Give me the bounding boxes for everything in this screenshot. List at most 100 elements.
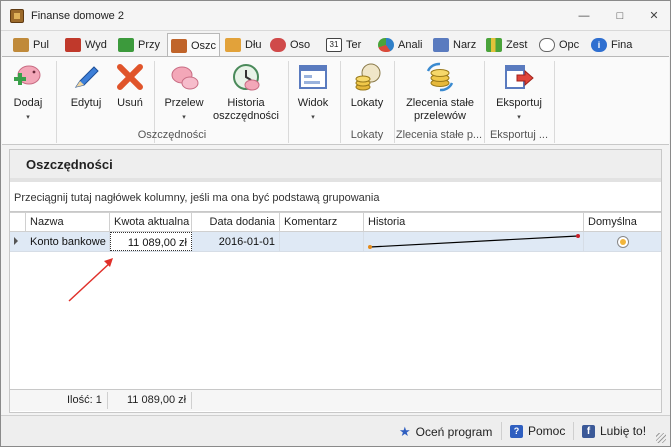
column-header-date[interactable]: Data dodania xyxy=(192,213,280,232)
group-label-export: Eksportuj ... xyxy=(489,129,549,141)
cell-default[interactable] xyxy=(584,232,661,251)
row-indicator-header xyxy=(10,213,26,232)
delete-label: Usuń xyxy=(117,97,143,109)
tab-opc[interactable]: Opc xyxy=(536,34,582,56)
transfer-label: Przelew xyxy=(164,97,204,109)
status-separator xyxy=(573,422,574,440)
tab-label: Przy xyxy=(138,39,160,51)
ribbon-separator xyxy=(554,61,555,143)
facebook-icon: f xyxy=(582,424,595,438)
tab-pul[interactable]: Pul xyxy=(10,34,52,56)
summary-separator xyxy=(191,392,192,409)
tab-przy[interactable]: Przy xyxy=(115,34,163,56)
column-header-amount[interactable]: Kwota aktualna xyxy=(110,213,192,232)
tab-label: Opc xyxy=(559,39,580,51)
history-label-line2: oszczędności xyxy=(212,110,280,122)
savings-icon xyxy=(171,38,187,53)
sparkline-start-point xyxy=(368,245,372,249)
cell-history-sparkline[interactable] xyxy=(364,232,584,251)
tab-ter[interactable]: 31 Ter xyxy=(323,34,364,56)
people-icon xyxy=(270,38,286,52)
like-link[interactable]: f Lubię to! xyxy=(582,424,646,438)
delete-button[interactable]: Usuń xyxy=(112,61,148,110)
history-label-line1: Historia xyxy=(227,97,265,109)
tab-dlu[interactable]: Dłu xyxy=(222,34,265,56)
table-row[interactable]: Konto bankowe 11 089,00 zł 2016-01-01 xyxy=(10,232,661,252)
ribbon-tabs: Pul Wyd Przy Oszc Dłu Oso 31 Ter Anali Na… xyxy=(1,32,670,57)
group-by-hint: Przeciągnij tutaj nagłówek kolumny, jeśl… xyxy=(14,192,380,204)
grid-header: Nazwa Kwota aktualna Data dodania Koment… xyxy=(10,212,661,232)
coins-refresh-icon xyxy=(424,61,456,93)
piggy-bank-add-icon xyxy=(12,61,44,93)
summary-separator xyxy=(107,392,108,409)
help-link[interactable]: ? Pomoc xyxy=(510,424,565,438)
status-bar: ★ Oceń program ? Pomoc f Lubię to! xyxy=(1,415,670,446)
transfer-button[interactable]: Przelew ▾ xyxy=(161,61,207,124)
tab-label: Narz xyxy=(453,39,477,51)
cell-comment[interactable] xyxy=(280,232,364,251)
standing-label-line2: przelewów xyxy=(414,110,466,122)
tools-icon xyxy=(433,38,449,52)
savings-history-button[interactable]: Historia oszczędności xyxy=(210,61,282,123)
sparkline-line xyxy=(369,235,579,248)
cell-name[interactable]: Konto bankowe xyxy=(26,232,110,251)
chevron-down-icon: ▾ xyxy=(26,114,30,121)
minimize-button[interactable]: — xyxy=(575,7,593,25)
column-header-default[interactable]: Domyślna xyxy=(584,213,661,232)
report-icon xyxy=(486,38,502,52)
column-header-name[interactable]: Nazwa xyxy=(26,213,110,232)
edit-button[interactable]: Edytuj xyxy=(65,61,107,110)
default-radio-icon[interactable] xyxy=(616,235,630,249)
deposits-button[interactable]: Lokaty xyxy=(346,61,388,110)
view-button[interactable]: Widok ▾ xyxy=(293,61,333,124)
info-icon: i xyxy=(591,38,607,52)
like-label: Lubię to! xyxy=(600,424,647,438)
debts-icon xyxy=(225,38,241,52)
chevron-down-icon: ▾ xyxy=(311,114,315,121)
history-sparkline xyxy=(368,234,580,249)
tab-label: Wyd xyxy=(85,39,107,51)
rate-program-link[interactable]: ★ Oceń program xyxy=(399,424,492,440)
tab-label: Pul xyxy=(33,39,49,51)
tab-label: Anali xyxy=(398,39,423,51)
tab-oso[interactable]: Oso xyxy=(267,34,313,56)
tab-fina[interactable]: i Fina xyxy=(588,34,635,56)
export-button[interactable]: Eksportuj ▾ xyxy=(489,61,549,124)
deposits-label: Lokaty xyxy=(350,97,384,109)
group-label-deposits: Lokaty xyxy=(350,129,384,141)
status-separator xyxy=(501,422,502,440)
close-button[interactable]: ✕ xyxy=(645,7,663,25)
main-window: Finanse domowe 2 — □ ✕ Pul Wyd Przy Oszc… xyxy=(0,0,671,447)
app-logo-icon xyxy=(10,9,24,23)
help-label: Pomoc xyxy=(528,424,566,438)
tab-label: Ter xyxy=(346,39,362,51)
chevron-down-icon: ▾ xyxy=(182,114,186,121)
group-label-standing: Zlecenia stałe p... xyxy=(395,129,483,141)
tab-wyd[interactable]: Wyd xyxy=(62,34,110,56)
window-title: Finanse domowe 2 xyxy=(31,10,124,22)
pencil-icon xyxy=(70,61,102,93)
summary-count: Ilość: 1 xyxy=(67,394,102,406)
column-header-history[interactable]: Historia xyxy=(364,213,584,232)
sparkline-end-point xyxy=(576,234,580,238)
calendar-icon: 31 xyxy=(326,38,342,52)
tab-oszc[interactable]: Oszc xyxy=(167,33,221,57)
tab-narz[interactable]: Narz xyxy=(430,34,479,56)
history-clock-icon xyxy=(230,61,262,93)
restore-button[interactable]: □ xyxy=(611,7,629,25)
view-window-icon xyxy=(297,61,329,93)
view-label: Widok xyxy=(297,97,329,109)
savings-grid: Nazwa Kwota aktualna Data dodania Koment… xyxy=(9,212,662,413)
add-button[interactable]: Dodaj ▾ xyxy=(8,61,48,124)
cell-date[interactable]: 2016-01-01 xyxy=(192,232,280,251)
income-icon xyxy=(118,38,134,52)
column-header-comment[interactable]: Komentarz xyxy=(280,213,364,232)
add-label: Dodaj xyxy=(13,97,43,109)
tab-anali[interactable]: Anali xyxy=(375,34,425,56)
cell-amount[interactable]: 11 089,00 zł xyxy=(110,232,192,251)
standing-orders-button[interactable]: Zlecenia stałe przelewów xyxy=(400,61,480,123)
group-by-panel[interactable]: Przeciągnij tutaj nagłówek kolumny, jeśl… xyxy=(9,182,662,212)
tab-zest[interactable]: Zest xyxy=(483,34,530,56)
ribbon-separator xyxy=(288,61,289,143)
resize-grip[interactable] xyxy=(656,433,666,443)
